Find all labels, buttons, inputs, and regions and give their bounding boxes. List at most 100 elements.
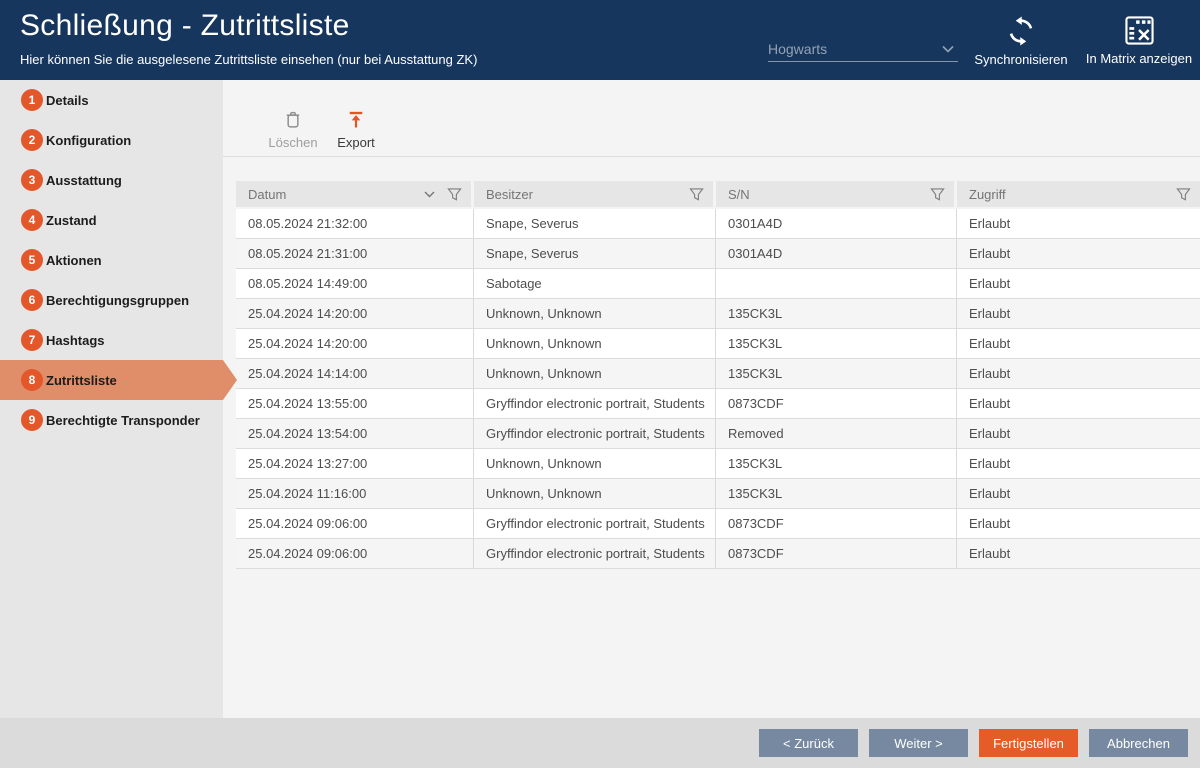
- sidebar-item-zutrittsliste[interactable]: 8 Zutrittsliste: [0, 360, 223, 400]
- table-row[interactable]: 25.04.2024 13:55:00 Gryffindor electroni…: [236, 389, 1200, 419]
- page-title: Schließung - Zutrittsliste: [20, 9, 350, 43]
- delete-label: Löschen: [268, 135, 317, 150]
- table-row[interactable]: 25.04.2024 14:14:00 Unknown, Unknown 135…: [236, 359, 1200, 389]
- cell-besitzer: Gryffindor electronic portrait, Students: [474, 419, 716, 448]
- trash-icon: [283, 110, 303, 130]
- lock-selector-value: Hogwarts: [768, 41, 827, 57]
- sort-chevron-down-icon[interactable]: [424, 191, 435, 198]
- wizard-step-sidebar: 1 Details 2 Konfiguration 3 Ausstattung …: [0, 80, 223, 718]
- cancel-button[interactable]: Abbrechen: [1089, 729, 1188, 757]
- sidebar-item-berechtigungsgruppen[interactable]: 6 Berechtigungsgruppen: [0, 280, 223, 320]
- cell-sn: 135CK3L: [716, 359, 957, 388]
- cell-zugriff: Erlaubt: [957, 389, 1200, 418]
- filter-funnel-icon[interactable]: [447, 187, 462, 202]
- next-button[interactable]: Weiter >: [869, 729, 968, 757]
- cell-datum: 08.05.2024 21:32:00: [236, 209, 474, 238]
- cell-besitzer: Sabotage: [474, 269, 716, 298]
- wizard-footer: < Zurück Weiter > Fertigstellen Abbreche…: [0, 718, 1200, 768]
- sidebar-item-label: Details: [46, 93, 89, 108]
- page-subtitle: Hier können Sie die ausgelesene Zutritts…: [20, 52, 477, 67]
- cell-besitzer: Gryffindor electronic portrait, Students: [474, 539, 716, 568]
- app-window: Schließung - Zutrittsliste Hier können S…: [0, 0, 1200, 768]
- sidebar-item-details[interactable]: 1 Details: [0, 80, 223, 120]
- column-label: Datum: [248, 187, 286, 202]
- cell-besitzer: Unknown, Unknown: [474, 299, 716, 328]
- chevron-down-icon: [942, 45, 954, 53]
- cell-besitzer: Snape, Severus: [474, 239, 716, 268]
- sidebar-item-label: Aktionen: [46, 253, 102, 268]
- step-number-badge: 2: [21, 129, 43, 151]
- cell-datum: 25.04.2024 14:20:00: [236, 299, 474, 328]
- table-row[interactable]: 25.04.2024 11:16:00 Unknown, Unknown 135…: [236, 479, 1200, 509]
- cell-zugriff: Erlaubt: [957, 419, 1200, 448]
- column-header-datum[interactable]: Datum: [236, 181, 471, 207]
- sidebar-item-label: Konfiguration: [46, 133, 131, 148]
- step-number-badge: 8: [21, 369, 43, 391]
- column-header-zugriff[interactable]: Zugriff: [957, 181, 1200, 207]
- cell-zugriff: Erlaubt: [957, 479, 1200, 508]
- column-header-besitzer[interactable]: Besitzer: [474, 181, 713, 207]
- filter-funnel-icon[interactable]: [689, 187, 704, 202]
- sidebar-item-label: Hashtags: [46, 333, 105, 348]
- cell-datum: 08.05.2024 21:31:00: [236, 239, 474, 268]
- table-row[interactable]: 08.05.2024 14:49:00 Sabotage Erlaubt: [236, 269, 1200, 299]
- show-in-matrix-button[interactable]: In Matrix anzeigen: [1080, 16, 1198, 66]
- cell-sn: 0301A4D: [716, 209, 957, 238]
- page-header: Schließung - Zutrittsliste Hier können S…: [0, 0, 1200, 80]
- delete-button[interactable]: Löschen: [263, 110, 323, 150]
- filter-funnel-icon[interactable]: [1176, 187, 1191, 202]
- cell-besitzer: Unknown, Unknown: [474, 449, 716, 478]
- sidebar-item-label: Berechtigte Transponder: [46, 413, 200, 428]
- table-row[interactable]: 08.05.2024 21:31:00 Snape, Severus 0301A…: [236, 239, 1200, 269]
- access-list-table: Datum Besitzer S/: [236, 181, 1200, 569]
- sidebar-item-hashtags[interactable]: 7 Hashtags: [0, 320, 223, 360]
- table-row[interactable]: 25.04.2024 13:27:00 Unknown, Unknown 135…: [236, 449, 1200, 479]
- synchronize-button[interactable]: Synchronisieren: [965, 16, 1077, 67]
- sidebar-item-ausstattung[interactable]: 3 Ausstattung: [0, 160, 223, 200]
- main-content: Löschen Export Datum: [223, 80, 1200, 718]
- cell-datum: 25.04.2024 13:55:00: [236, 389, 474, 418]
- cell-datum: 25.04.2024 13:27:00: [236, 449, 474, 478]
- finish-button[interactable]: Fertigstellen: [979, 729, 1078, 757]
- sidebar-item-label: Ausstattung: [46, 173, 122, 188]
- sync-refresh-icon: [1006, 16, 1036, 46]
- sidebar-item-zustand[interactable]: 4 Zustand: [0, 200, 223, 240]
- cell-datum: 25.04.2024 14:20:00: [236, 329, 474, 358]
- export-arrow-icon: [346, 110, 366, 130]
- lock-selector-dropdown[interactable]: Hogwarts: [768, 36, 958, 62]
- column-label: S/N: [728, 187, 750, 202]
- step-number-badge: 1: [21, 89, 43, 111]
- step-number-badge: 6: [21, 289, 43, 311]
- show-in-matrix-label: In Matrix anzeigen: [1086, 51, 1192, 66]
- cell-zugriff: Erlaubt: [957, 239, 1200, 268]
- table-row[interactable]: 25.04.2024 14:20:00 Unknown, Unknown 135…: [236, 299, 1200, 329]
- cell-sn: 0873CDF: [716, 509, 957, 538]
- cell-zugriff: Erlaubt: [957, 539, 1200, 568]
- back-button[interactable]: < Zurück: [759, 729, 858, 757]
- cell-datum: 25.04.2024 14:14:00: [236, 359, 474, 388]
- table-row[interactable]: 25.04.2024 14:20:00 Unknown, Unknown 135…: [236, 329, 1200, 359]
- column-label: Zugriff: [969, 187, 1006, 202]
- cell-sn: 0301A4D: [716, 239, 957, 268]
- table-row[interactable]: 25.04.2024 13:54:00 Gryffindor electroni…: [236, 419, 1200, 449]
- step-number-badge: 3: [21, 169, 43, 191]
- cell-sn: 0873CDF: [716, 539, 957, 568]
- filter-funnel-icon[interactable]: [930, 187, 945, 202]
- sidebar-item-aktionen[interactable]: 5 Aktionen: [0, 240, 223, 280]
- table-row[interactable]: 08.05.2024 21:32:00 Snape, Severus 0301A…: [236, 209, 1200, 239]
- sidebar-item-berechtigte-transponder[interactable]: 9 Berechtigte Transponder: [0, 400, 223, 440]
- cell-datum: 25.04.2024 11:16:00: [236, 479, 474, 508]
- table-row[interactable]: 25.04.2024 09:06:00 Gryffindor electroni…: [236, 539, 1200, 569]
- cell-besitzer: Gryffindor electronic portrait, Students: [474, 389, 716, 418]
- cell-datum: 25.04.2024 09:06:00: [236, 509, 474, 538]
- sidebar-item-label: Zutrittsliste: [46, 373, 117, 388]
- sidebar-item-label: Berechtigungsgruppen: [46, 293, 189, 308]
- table-row[interactable]: 25.04.2024 09:06:00 Gryffindor electroni…: [236, 509, 1200, 539]
- step-number-badge: 4: [21, 209, 43, 231]
- column-header-sn[interactable]: S/N: [716, 181, 954, 207]
- cell-zugriff: Erlaubt: [957, 209, 1200, 238]
- cell-besitzer: Gryffindor electronic portrait, Students: [474, 509, 716, 538]
- export-button[interactable]: Export: [331, 110, 381, 150]
- step-number-badge: 5: [21, 249, 43, 271]
- sidebar-item-konfiguration[interactable]: 2 Konfiguration: [0, 120, 223, 160]
